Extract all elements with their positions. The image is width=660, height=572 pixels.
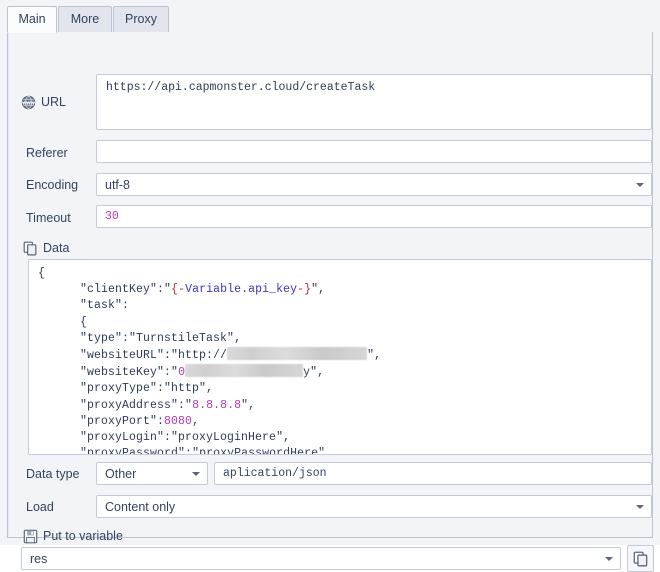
tab-bar: Main More Proxy	[7, 6, 653, 33]
put-to-variable-copy-button[interactable]	[627, 545, 654, 572]
put-to-variable-label-text: Put to variable	[43, 529, 123, 543]
data-type-combobox[interactable]: Other	[96, 462, 208, 485]
redacted-website-url	[227, 347, 368, 361]
referer-label: Referer	[26, 146, 68, 160]
put-to-variable-combobox[interactable]: res	[21, 547, 621, 570]
globe-www-icon: www	[21, 95, 36, 110]
redacted-website-key	[185, 364, 304, 378]
timeout-input[interactable]: 30	[96, 205, 652, 228]
url-label: www URL	[21, 94, 66, 110]
tab-main[interactable]: Main	[7, 6, 57, 33]
chevron-down-icon	[636, 182, 644, 187]
main-tab-panel: www URL https://api.capmonster.cloud/cre…	[7, 32, 654, 572]
tab-proxy-label: Proxy	[125, 12, 157, 26]
load-label: Load	[26, 500, 54, 514]
load-combobox[interactable]: Content only	[96, 495, 652, 518]
main-tab-panel-inner: www URL https://api.capmonster.cloud/cre…	[8, 32, 654, 572]
put-to-variable-value: res	[30, 552, 48, 566]
url-label-text: URL	[41, 95, 67, 109]
data-type-label: Data type	[26, 467, 80, 481]
copy-icon	[23, 241, 38, 256]
data-label: Data	[23, 240, 69, 256]
tab-main-label: Main	[18, 12, 46, 26]
chevron-down-icon	[605, 556, 613, 561]
svg-text:www: www	[21, 100, 35, 106]
chevron-down-icon	[636, 504, 644, 509]
timeout-label: Timeout	[26, 211, 71, 225]
chevron-down-icon	[192, 471, 200, 476]
load-value: Content only	[105, 500, 176, 514]
tab-more[interactable]: More	[58, 6, 112, 33]
data-type-value: Other	[105, 467, 137, 481]
url-input-value: https://api.capmonster.cloud/createTask	[106, 81, 376, 94]
save-floppy-icon	[23, 529, 38, 544]
encoding-combobox[interactable]: utf-8	[96, 173, 652, 196]
data-code-editor[interactable]: { "clientKey":"{-Variable.api_key-}", "t…	[28, 259, 652, 455]
data-code-content: { "clientKey":"{-Variable.api_key-}", "t…	[38, 267, 382, 455]
http-request-settings-panel: Main More Proxy www URL https://api.capm…	[0, 0, 660, 572]
copy-icon	[633, 551, 648, 567]
encoding-label: Encoding	[26, 178, 79, 192]
timeout-input-value: 30	[105, 210, 119, 223]
put-to-variable-label: Put to variable	[23, 528, 123, 544]
encoding-value: utf-8	[105, 178, 131, 192]
data-type-mime-value: aplication/json	[223, 467, 327, 480]
tab-proxy[interactable]: Proxy	[113, 6, 169, 33]
data-label-text: Data	[43, 241, 70, 255]
tab-more-label: More	[70, 12, 100, 26]
url-input[interactable]: https://api.capmonster.cloud/createTask	[96, 74, 652, 130]
data-type-mime-input[interactable]: aplication/json	[214, 462, 652, 485]
referer-input[interactable]	[96, 140, 652, 163]
